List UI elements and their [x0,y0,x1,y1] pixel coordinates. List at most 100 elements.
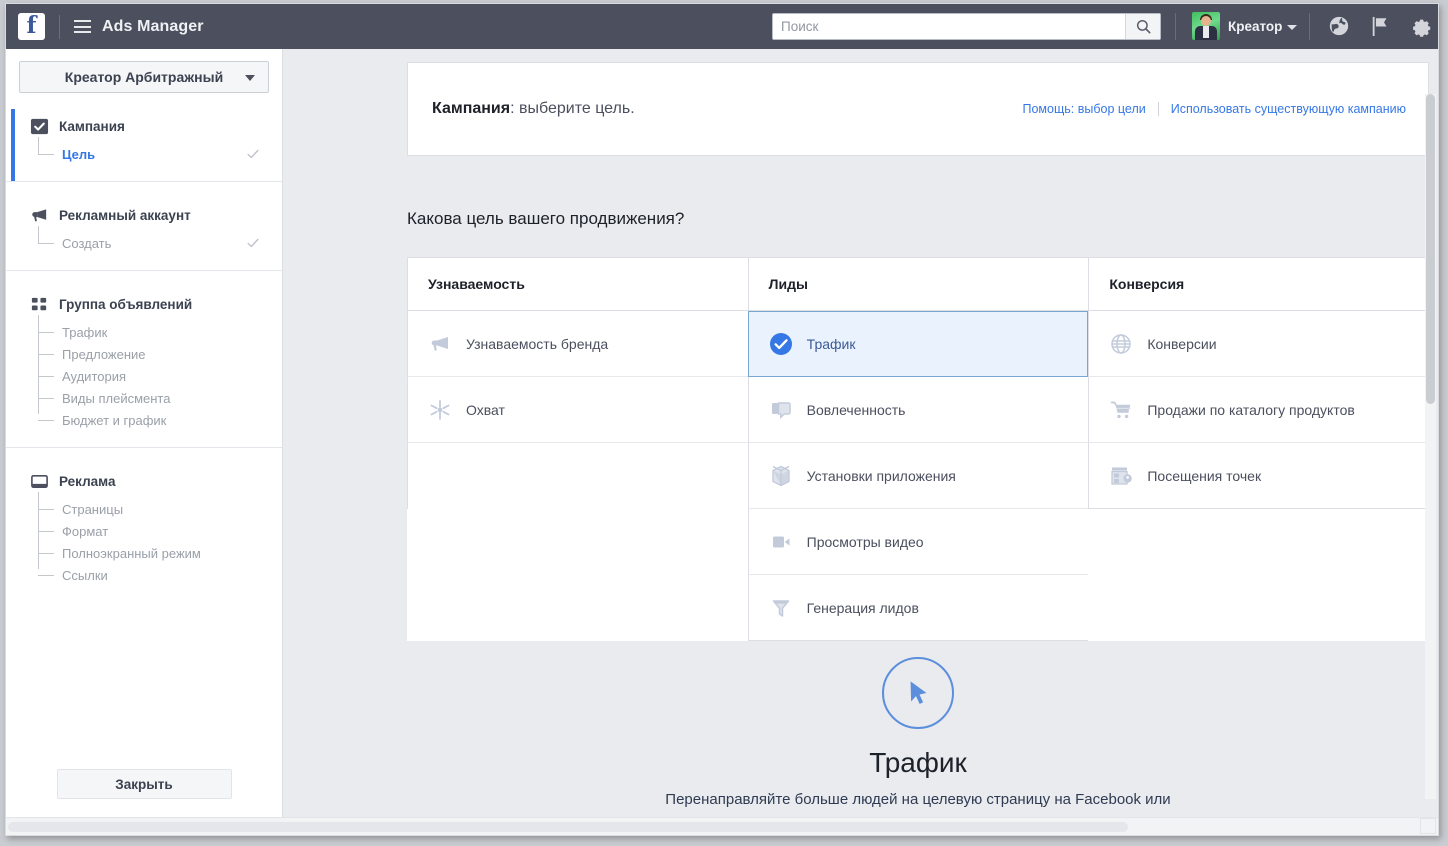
topbar-divider [59,14,60,39]
engagement-thumb-icon [769,398,793,422]
objective-label: Охват [466,401,505,418]
sidebar-item-fullscreen[interactable]: Полноэкранный режим [6,542,282,564]
sidebar: Креатор Арбитражный Кампания Цель Реклам… [6,49,283,817]
close-button-wrap: Закрыть [6,769,282,799]
video-camera-icon [769,530,793,554]
objective-lead-generation[interactable]: Генерация лидов [747,575,1089,641]
sidebar-item-label: Трафик [62,324,108,340]
campaign-header-links: Помощь: выбор цели Использовать существу… [1023,102,1406,116]
objective-label: Установки приложения [806,467,956,484]
search-button[interactable] [1125,14,1160,39]
globe-icon[interactable] [1328,15,1350,42]
facebook-logo-icon[interactable]: f [18,13,45,40]
objective-app-installs[interactable]: Установки приложения [747,443,1089,509]
check-circle-icon [769,332,793,356]
megaphone-icon [428,332,452,356]
account-selector-label: Креатор Арбитражный [64,69,224,85]
user-name: Креатор [1228,18,1283,34]
objective-traffic[interactable]: Трафик [747,311,1089,377]
sidebar-subitems: Создать [6,226,282,270]
chevron-down-icon [245,75,255,81]
sidebar-section-header[interactable]: Реклама [6,464,282,498]
sidebar-item-label: Цель [62,146,96,162]
campaign-title: Кампания: выберите цель. [432,100,635,118]
sidebar-section-header[interactable]: Кампания [6,109,282,143]
sidebar-item-format[interactable]: Формат [6,520,282,542]
app-box-icon [769,464,793,488]
objective-preview: Трафик Перенаправляйте больше людей на ц… [407,657,1429,808]
sidebar-item-traffic[interactable]: Трафик [6,321,282,343]
objective-video-views[interactable]: Просмотры видео [747,509,1089,575]
objective-conversions[interactable]: Конверсии [1088,311,1430,377]
check-icon [246,147,260,166]
sidebar-item-label: Бюджет и график [62,412,167,428]
objective-label: Трафик [806,336,856,352]
page-title: Какова цель вашего продвижения? [407,209,685,228]
topbar-divider-2 [1175,13,1176,40]
objective-reach[interactable]: Охват [407,377,748,443]
objective-preview-description: Перенаправляйте больше людей на целевую … [665,791,1171,808]
sidebar-section-header[interactable]: Группа объявлений [6,287,282,321]
sidebar-item-links[interactable]: Ссылки [6,564,282,586]
objective-column-leads: Лиды Трафик Вовлеченность Установки прил… [747,257,1089,641]
avatar [1192,12,1220,40]
main-content: Кампания: выберите цель. Помощь: выбор ц… [283,49,1438,817]
sidebar-item-label: Страницы [62,501,124,517]
megaphone-icon [30,206,49,225]
sidebar-item-label: Предложение [62,346,146,362]
sidebar-item-objective[interactable]: Цель [6,143,282,165]
vertical-scrollbar-thumb[interactable] [1426,94,1435,404]
sidebar-item-budget-schedule[interactable]: Бюджет и график [6,409,282,431]
hamburger-icon[interactable] [74,20,91,33]
search-bar[interactable] [772,13,1161,40]
column-header: Узнаваемость [407,257,748,311]
objective-column-awareness: Узнаваемость Узнаваемость бренда Охват [407,257,748,641]
user-menu[interactable]: Креатор [1192,12,1298,40]
objective-brand-awareness[interactable]: Узнаваемость бренда [407,311,748,377]
objective-catalog-sales[interactable]: Продажи по каталогу продуктов [1088,377,1430,443]
sidebar-item-offer[interactable]: Предложение [6,343,282,365]
use-existing-campaign-link[interactable]: Использовать существующую кампанию [1171,102,1406,116]
vertical-scrollbar[interactable] [1425,94,1436,799]
help-choose-objective-link[interactable]: Помощь: выбор цели [1023,102,1146,116]
sidebar-item-label: Формат [62,523,109,539]
horizontal-scrollbar[interactable] [6,817,1438,835]
objective-label: Просмотры видео [806,533,924,550]
gear-icon[interactable] [1410,14,1433,42]
scrollbar-corner [1420,818,1436,834]
sidebar-item-placements[interactable]: Виды плейсмента [6,387,282,409]
search-input[interactable] [773,14,1125,39]
topbar-divider-3 [1309,13,1310,40]
objectives-table: Узнаваемость Узнаваемость бренда Охват Л… [407,257,1430,641]
check-icon [246,236,260,255]
objective-engagement[interactable]: Вовлеченность [747,377,1089,443]
storefront-icon [1109,464,1133,488]
objective-label: Посещения точек [1147,467,1262,484]
horizontal-scrollbar-thumb[interactable] [8,822,1128,832]
account-selector[interactable]: Креатор Арбитражный [19,61,269,93]
sidebar-item-audience[interactable]: Аудитория [6,365,282,387]
sidebar-item-label: Аудитория [62,368,127,384]
sidebar-section-header[interactable]: Рекламный аккаунт [6,198,282,232]
sidebar-item-pages[interactable]: Страницы [6,498,282,520]
sidebar-subitems: Страницы Формат Полноэкранный режим Ссыл… [6,492,282,602]
campaign-title-rest: : выберите цель. [510,100,635,117]
cursor-click-icon [882,657,954,729]
app-title: Ads Manager [102,17,204,35]
reach-star-icon [428,398,452,422]
sidebar-section-title: Реклама [59,473,116,489]
flag-icon[interactable] [1370,15,1390,42]
objective-label: Продажи по каталогу продуктов [1147,401,1355,418]
objective-store-visits[interactable]: Посещения точек [1088,443,1430,509]
campaign-title-bold: Кампания [432,100,511,117]
globe-grid-icon [1109,332,1133,356]
sidebar-item-create[interactable]: Создать [6,232,282,254]
close-button[interactable]: Закрыть [56,769,232,799]
objective-preview-title: Трафик [869,747,967,778]
browser-window: f Ads Manager Креатор [5,3,1439,836]
sidebar-item-label: Создать [62,235,112,251]
campaign-checkbox-icon [30,117,49,136]
top-navigation-bar: f Ads Manager Креатор [6,4,1438,49]
sidebar-item-label: Полноэкранный режим [62,545,201,561]
objective-empty-cell [407,443,748,509]
